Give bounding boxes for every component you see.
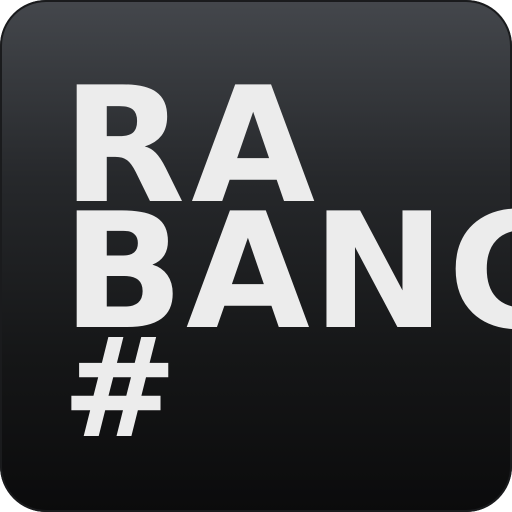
hash-icon: #: [62, 308, 178, 469]
app-icon[interactable]: RA BANG #: [0, 0, 512, 512]
